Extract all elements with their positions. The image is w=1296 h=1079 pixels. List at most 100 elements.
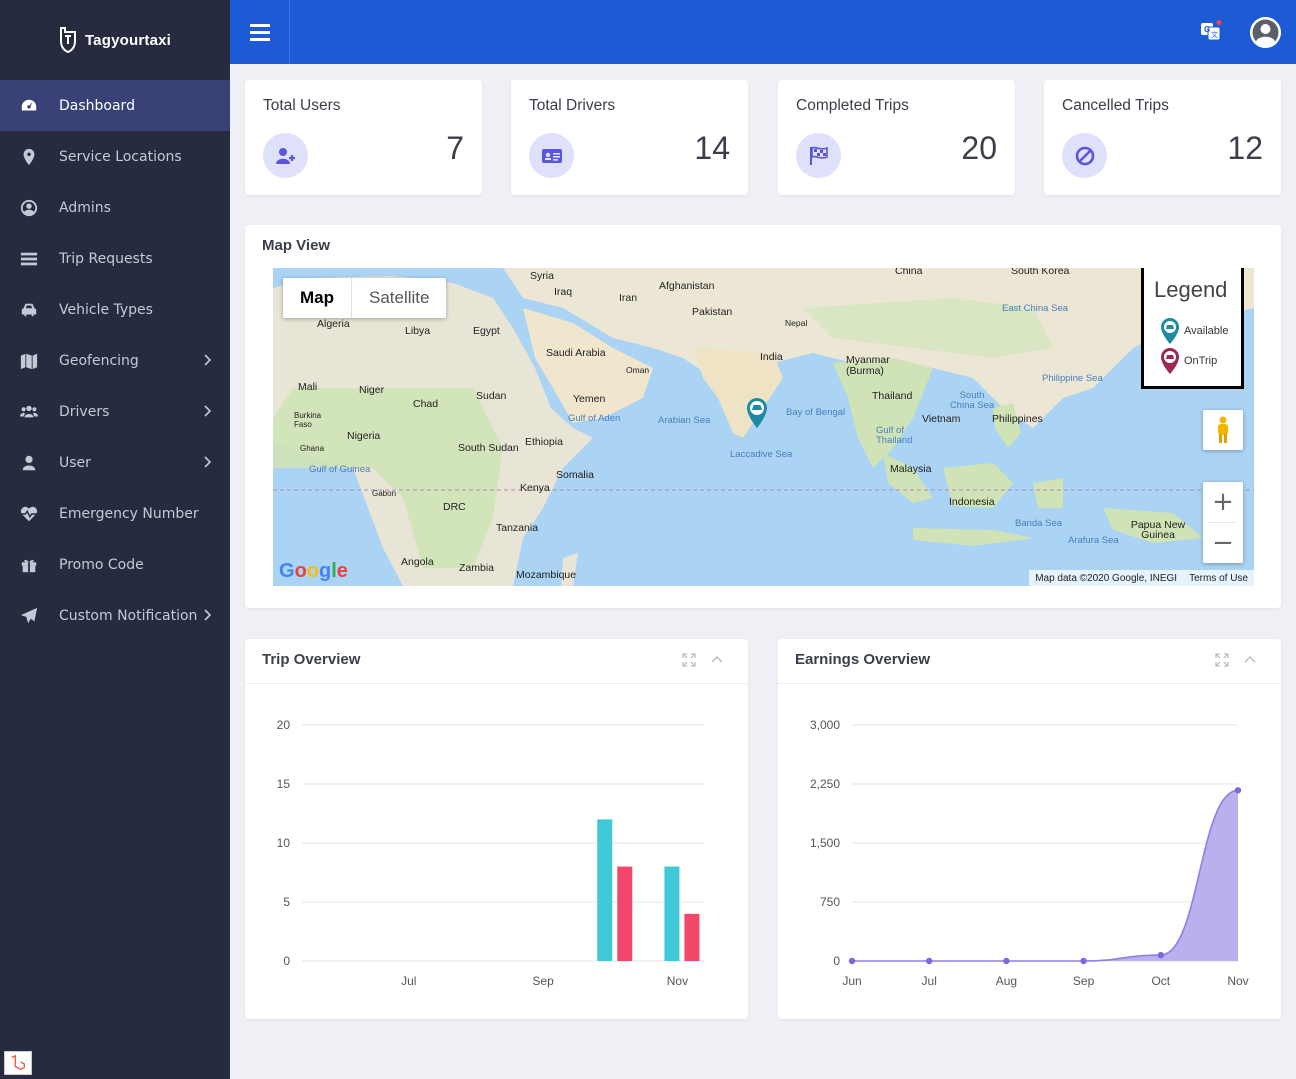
sea-label: Philippine Sea [1042, 373, 1103, 384]
brand[interactable]: Tagyourtaxi [0, 0, 230, 80]
map-label: Pakistan [692, 306, 733, 318]
y-tick-label: 10 [277, 836, 291, 850]
x-tick-label: Nov [1227, 974, 1248, 988]
sidebar-item-trip-requests[interactable]: Trip Requests [0, 233, 230, 284]
y-tick-label: 0 [833, 954, 840, 968]
card-header: Earnings Overview [778, 639, 1281, 684]
sidebar-item-drivers[interactable]: Drivers [0, 386, 230, 437]
sidebar-item-promo-code[interactable]: Promo Code [0, 539, 230, 590]
map-label: Oman [626, 365, 650, 375]
stat-value: 20 [961, 130, 997, 166]
menu-toggle-button[interactable] [230, 0, 290, 64]
stat-value: 14 [694, 130, 730, 166]
sea-label: Gulf of Guinea [309, 464, 371, 475]
map-type-satellite-button[interactable]: Satellite [351, 278, 446, 318]
chevron-right-icon [204, 609, 212, 621]
map[interactable]: Syria Iraq Iran Afghanistan Pakistan Chi… [273, 268, 1254, 586]
google-logo[interactable]: Google [279, 560, 348, 583]
sea-label: Bay of Bengal [786, 407, 846, 418]
bar [617, 866, 633, 961]
zoom-in-button[interactable]: + [1203, 482, 1243, 522]
terms-of-use-link[interactable]: Terms of Use [1189, 573, 1248, 584]
map-label: Mali [298, 381, 318, 393]
sea-label: Banda Sea [1015, 518, 1063, 529]
map-label: Saudi Arabia [546, 347, 606, 359]
sidebar-item-admins[interactable]: Admins [0, 182, 230, 233]
ban-icon [1062, 133, 1107, 178]
card-title: Map View [262, 237, 331, 254]
data-point [1234, 787, 1242, 794]
stat-card-completed-trips: Completed Trips 20 [778, 80, 1015, 195]
card-title: Earnings Overview [795, 651, 931, 668]
taxi-marker-icon[interactable] [746, 397, 768, 429]
sidebar: Tagyourtaxi Dashboard Service Locations … [0, 0, 230, 1079]
expand-icon[interactable] [682, 653, 696, 667]
translate-icon[interactable]: G 文 [1200, 20, 1222, 42]
map-label: South Korea [1011, 268, 1070, 277]
sidebar-item-label: Service Locations [59, 148, 182, 165]
y-tick-label: 1,500 [810, 836, 840, 850]
user-circle-icon [20, 199, 38, 217]
sidebar-item-vehicle-types[interactable]: Vehicle Types [0, 284, 230, 335]
user-plus-icon [263, 133, 308, 178]
street-view-pegman-button[interactable] [1203, 410, 1243, 450]
trip-overview-card: Trip Overview 0 5 10 15 20 Jul Sep Nov [245, 639, 748, 1019]
stat-label: Total Drivers [529, 97, 616, 114]
y-tick-label: 20 [277, 718, 291, 732]
map-label: Kenya [520, 482, 550, 494]
bar [597, 819, 613, 961]
map-label: Mozambique [516, 569, 577, 581]
sea-label: Laccadive Sea [730, 449, 793, 460]
ontrip-marker-icon [1161, 348, 1179, 374]
avatar[interactable] [1250, 17, 1281, 48]
x-tick-label: Jun [842, 974, 861, 988]
sidebar-item-label: Emergency Number [59, 505, 199, 522]
map-label: Egypt [473, 325, 500, 337]
x-tick-label: Sep [532, 974, 554, 988]
map-label: Algeria [317, 318, 350, 330]
legend-title: Legend [1154, 277, 1228, 302]
sidebar-item-geofencing[interactable]: Geofencing [0, 335, 230, 386]
sidebar-item-label: Custom Notification [59, 607, 198, 624]
data-point [1157, 951, 1164, 959]
chevron-right-icon [204, 354, 212, 366]
map-label: Angola [401, 556, 434, 568]
map-label: DRC [443, 501, 466, 513]
stat-label: Cancelled Trips [1062, 97, 1169, 114]
map-data-credit: Map data ©2020 Google, INEGI [1035, 572, 1178, 584]
sidebar-item-dashboard[interactable]: Dashboard [0, 80, 230, 131]
heartbeat-icon [20, 505, 38, 523]
x-tick-label: Oct [1151, 974, 1170, 988]
list-icon [20, 250, 38, 268]
map-label: Philippines [992, 413, 1043, 425]
map-pin-icon [20, 148, 38, 166]
available-marker-icon [1161, 318, 1179, 344]
sidebar-item-label: Promo Code [59, 556, 144, 573]
map-label: South Sudan [458, 442, 519, 454]
sidebar-item-emergency-number[interactable]: Emergency Number [0, 488, 230, 539]
sidebar-item-service-locations[interactable]: Service Locations [0, 131, 230, 182]
sea-label: South China Sea [949, 390, 995, 411]
expand-icon[interactable] [1215, 653, 1229, 667]
map-label: Tanzania [496, 522, 539, 534]
svg-text:G: G [1204, 25, 1210, 34]
map-label: China [895, 268, 923, 277]
chevron-right-icon [204, 456, 212, 468]
map-label: Niger [359, 384, 385, 396]
topbar: G 文 [230, 0, 1296, 64]
collapse-icon[interactable] [1243, 653, 1257, 667]
svg-text:文: 文 [1211, 30, 1218, 39]
map-label: Indonesia [949, 496, 995, 508]
zoom-out-button[interactable]: − [1203, 523, 1243, 563]
stat-label: Completed Trips [796, 97, 909, 114]
taxi-logo-icon [59, 27, 76, 53]
stat-value: 7 [446, 130, 464, 166]
data-point [926, 957, 933, 965]
map-type-control: Map Satellite [283, 278, 447, 318]
laravel-debug-icon[interactable] [4, 1051, 32, 1075]
sidebar-item-custom-notification[interactable]: Custom Notification [0, 590, 230, 641]
collapse-icon[interactable] [710, 653, 724, 667]
map-type-map-button[interactable]: Map [283, 278, 351, 318]
map-label: Ghana [300, 444, 325, 453]
sidebar-item-user[interactable]: User [0, 437, 230, 488]
